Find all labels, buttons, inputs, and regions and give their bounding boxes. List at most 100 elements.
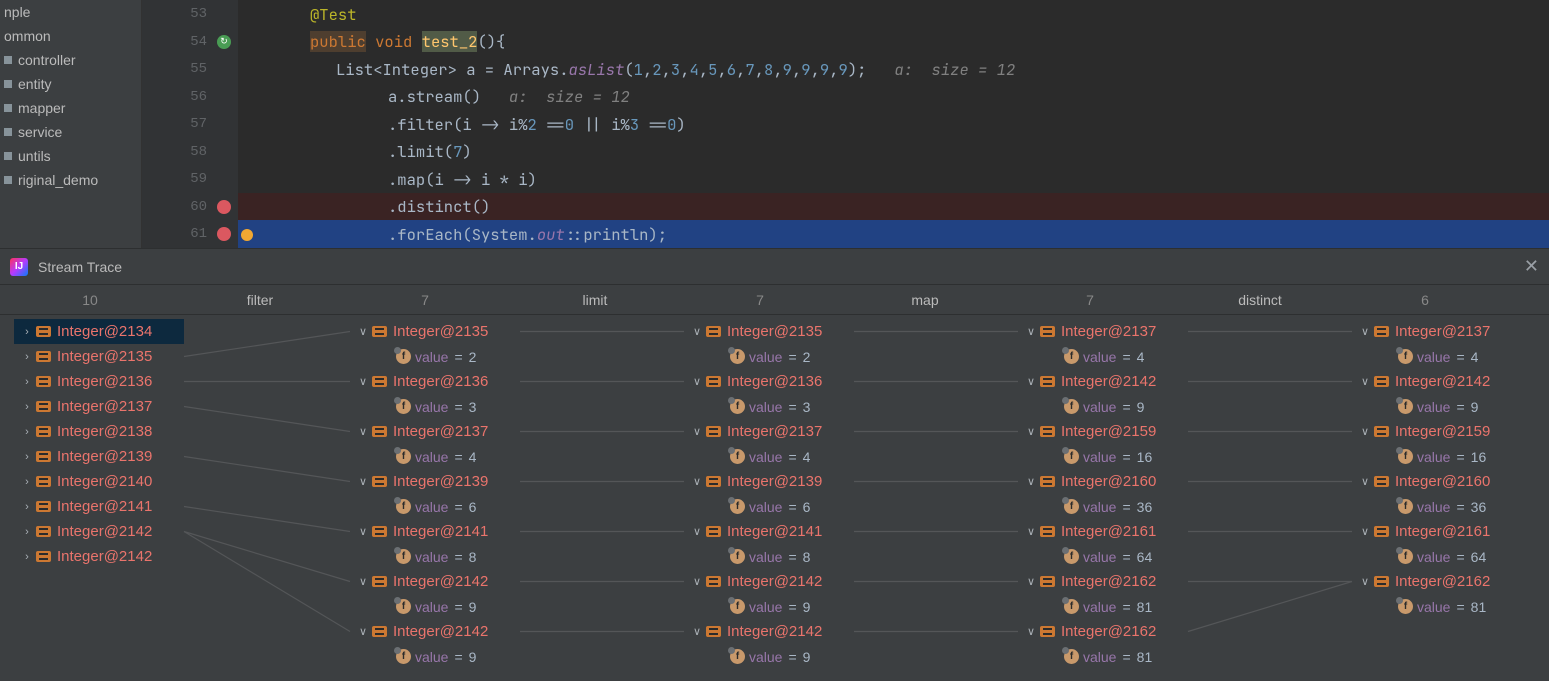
editor-code-area[interactable]: @Testpublic void test_2(){List<Integer> … [238,0,1549,248]
chevron-down-icon[interactable]: ∨ [1358,425,1372,438]
code-line[interactable]: .distinct() [238,193,1549,221]
code-line[interactable]: @Test [238,0,1549,28]
intention-bulb-icon[interactable] [240,226,254,247]
project-tree-item[interactable]: service [0,120,141,144]
code-line[interactable]: .map(i -> i * i) [238,165,1549,193]
stream-object-node[interactable]: ›Integer@2134 [14,319,184,344]
stream-object-node[interactable]: ∨Integer@2136 [684,369,854,394]
chevron-right-icon[interactable]: › [20,426,34,438]
stream-object-node[interactable]: ∨Integer@2137 [1018,319,1188,344]
chevron-down-icon[interactable]: ∨ [1024,425,1038,438]
code-line[interactable]: List<Integer> a = Arrays.asList(1,2,3,4,… [238,55,1549,83]
project-tree[interactable]: npleommoncontrollerentitymapperserviceun… [0,0,142,248]
stream-object-node[interactable]: ∨Integer@2142 [1352,369,1522,394]
chevron-down-icon[interactable]: ∨ [1024,525,1038,538]
chevron-down-icon[interactable]: ∨ [356,325,370,338]
stream-object-node[interactable]: ∨Integer@2139 [350,469,520,494]
chevron-down-icon[interactable]: ∨ [690,425,704,438]
stream-object-node[interactable]: ›Integer@2142 [14,544,184,569]
stream-object-node[interactable]: ∨Integer@2139 [684,469,854,494]
chevron-down-icon[interactable]: ∨ [690,375,704,388]
code-line[interactable]: .forEach(System.out::println); [238,220,1549,248]
chevron-down-icon[interactable]: ∨ [356,625,370,638]
stream-object-node[interactable]: ›Integer@2137 [14,394,184,419]
chevron-right-icon[interactable]: › [20,326,34,338]
chevron-down-icon[interactable]: ∨ [1358,525,1372,538]
stream-object-node[interactable]: ∨Integer@2162 [1352,569,1522,594]
project-tree-item[interactable]: mapper [0,96,141,120]
code-line[interactable]: public void test_2(){ [238,28,1549,56]
stream-object-node[interactable]: ∨Integer@2159 [1018,419,1188,444]
chevron-right-icon[interactable]: › [20,401,34,413]
chevron-right-icon[interactable]: › [20,526,34,538]
breakpoint-icon[interactable] [217,200,231,214]
code-line[interactable]: a.stream() a: size = 12 [238,83,1549,111]
chevron-right-icon[interactable]: › [20,476,34,488]
chevron-down-icon[interactable]: ∨ [1358,575,1372,588]
stream-object-node[interactable]: ∨Integer@2142 [350,569,520,594]
stream-object-node[interactable]: ›Integer@2139 [14,444,184,469]
stream-object-node[interactable]: ∨Integer@2160 [1352,469,1522,494]
stream-object-node[interactable]: ∨Integer@2135 [350,319,520,344]
chevron-down-icon[interactable]: ∨ [1024,625,1038,638]
project-tree-item[interactable]: controller [0,48,141,72]
stream-object-node[interactable]: ∨Integer@2162 [1018,569,1188,594]
project-tree-item[interactable]: nple [0,0,141,24]
chevron-down-icon[interactable]: ∨ [690,575,704,588]
chevron-down-icon[interactable]: ∨ [690,625,704,638]
chevron-down-icon[interactable]: ∨ [1358,475,1372,488]
close-icon[interactable]: ✕ [1524,256,1539,277]
chevron-down-icon[interactable]: ∨ [356,525,370,538]
code-line[interactable]: .limit(7) [238,138,1549,166]
stream-object-node[interactable]: ∨Integer@2135 [684,319,854,344]
chevron-down-icon[interactable]: ∨ [1024,475,1038,488]
chevron-down-icon[interactable]: ∨ [356,475,370,488]
chevron-right-icon[interactable]: › [20,501,34,513]
stream-object-node[interactable]: ∨Integer@2142 [350,619,520,644]
chevron-down-icon[interactable]: ∨ [1024,575,1038,588]
project-tree-item[interactable]: entity [0,72,141,96]
breakpoint-icon[interactable] [217,227,231,241]
code-editor[interactable]: 5354↻55565758596061 @Testpublic void tes… [142,0,1549,248]
chevron-right-icon[interactable]: › [20,376,34,388]
stream-object-node[interactable]: ›Integer@2141 [14,494,184,519]
chevron-down-icon[interactable]: ∨ [1024,375,1038,388]
chevron-down-icon[interactable]: ∨ [356,425,370,438]
chevron-down-icon[interactable]: ∨ [690,475,704,488]
chevron-down-icon[interactable]: ∨ [1358,375,1372,388]
chevron-down-icon[interactable]: ∨ [1358,325,1372,338]
stream-object-node[interactable]: ›Integer@2140 [14,469,184,494]
stream-object-node[interactable]: ∨Integer@2161 [1018,519,1188,544]
stream-object-node[interactable]: ∨Integer@2160 [1018,469,1188,494]
stream-object-node[interactable]: ∨Integer@2141 [684,519,854,544]
stream-object-node[interactable]: ∨Integer@2137 [1352,319,1522,344]
project-tree-item[interactable]: untils [0,144,141,168]
chevron-right-icon[interactable]: › [20,451,34,463]
stream-object-node[interactable]: ∨Integer@2137 [684,419,854,444]
project-tree-item[interactable]: riginal_demo [0,168,141,192]
stream-object-node[interactable]: ∨Integer@2136 [350,369,520,394]
stream-object-node[interactable]: ∨Integer@2142 [1018,369,1188,394]
stream-object-node[interactable]: ›Integer@2142 [14,519,184,544]
run-gutter-icon[interactable]: ↻ [217,35,231,49]
chevron-down-icon[interactable]: ∨ [690,325,704,338]
stream-object-node[interactable]: ∨Integer@2159 [1352,419,1522,444]
stream-object-node[interactable]: ∨Integer@2162 [1018,619,1188,644]
stream-object-node[interactable]: ∨Integer@2161 [1352,519,1522,544]
chevron-right-icon[interactable]: › [20,551,34,563]
chevron-down-icon[interactable]: ∨ [1024,325,1038,338]
stream-object-node[interactable]: ∨Integer@2142 [684,569,854,594]
stream-object-node[interactable]: ∨Integer@2141 [350,519,520,544]
chevron-down-icon[interactable]: ∨ [356,575,370,588]
stream-object-node[interactable]: ›Integer@2135 [14,344,184,369]
project-tree-item[interactable]: ommon [0,24,141,48]
chevron-down-icon[interactable]: ∨ [690,525,704,538]
stream-object-node[interactable]: ∨Integer@2142 [684,619,854,644]
stream-object-node[interactable]: ›Integer@2138 [14,419,184,444]
code-line[interactable]: .filter(i -> i%2 ==0 || i%3 ==0) [238,110,1549,138]
chevron-right-icon[interactable]: › [20,351,34,363]
object-icon [1040,576,1055,587]
chevron-down-icon[interactable]: ∨ [356,375,370,388]
stream-object-node[interactable]: ›Integer@2136 [14,369,184,394]
stream-object-node[interactable]: ∨Integer@2137 [350,419,520,444]
